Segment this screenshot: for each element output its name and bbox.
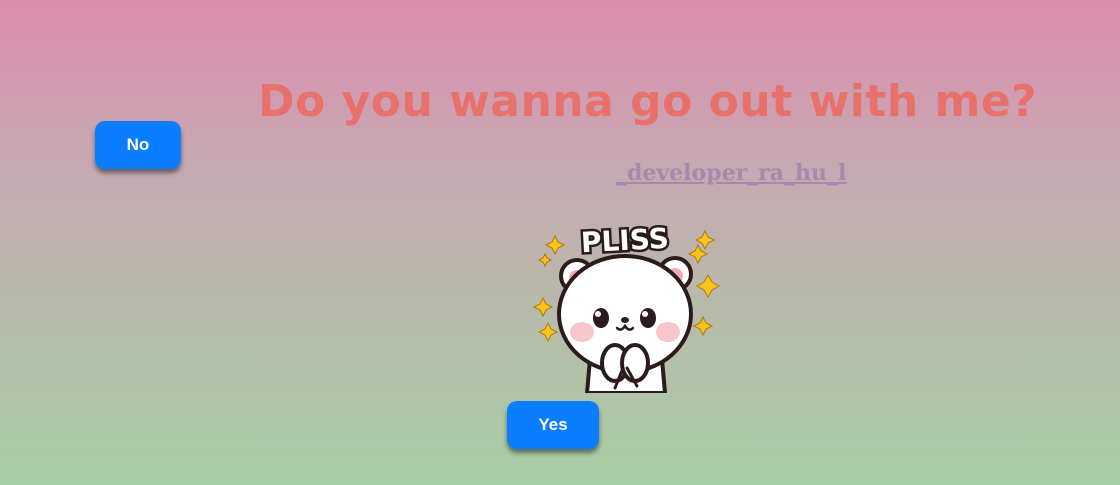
- no-button[interactable]: No: [95, 121, 181, 169]
- bear-sticker-icon: PLISS: [525, 218, 725, 395]
- page-title: Do you wanna go out with me?: [258, 76, 1038, 127]
- yes-button[interactable]: Yes: [507, 401, 599, 449]
- sticker-text: PLISS: [580, 222, 669, 260]
- developer-credit-link[interactable]: _developer_ra_hu_l: [616, 160, 846, 186]
